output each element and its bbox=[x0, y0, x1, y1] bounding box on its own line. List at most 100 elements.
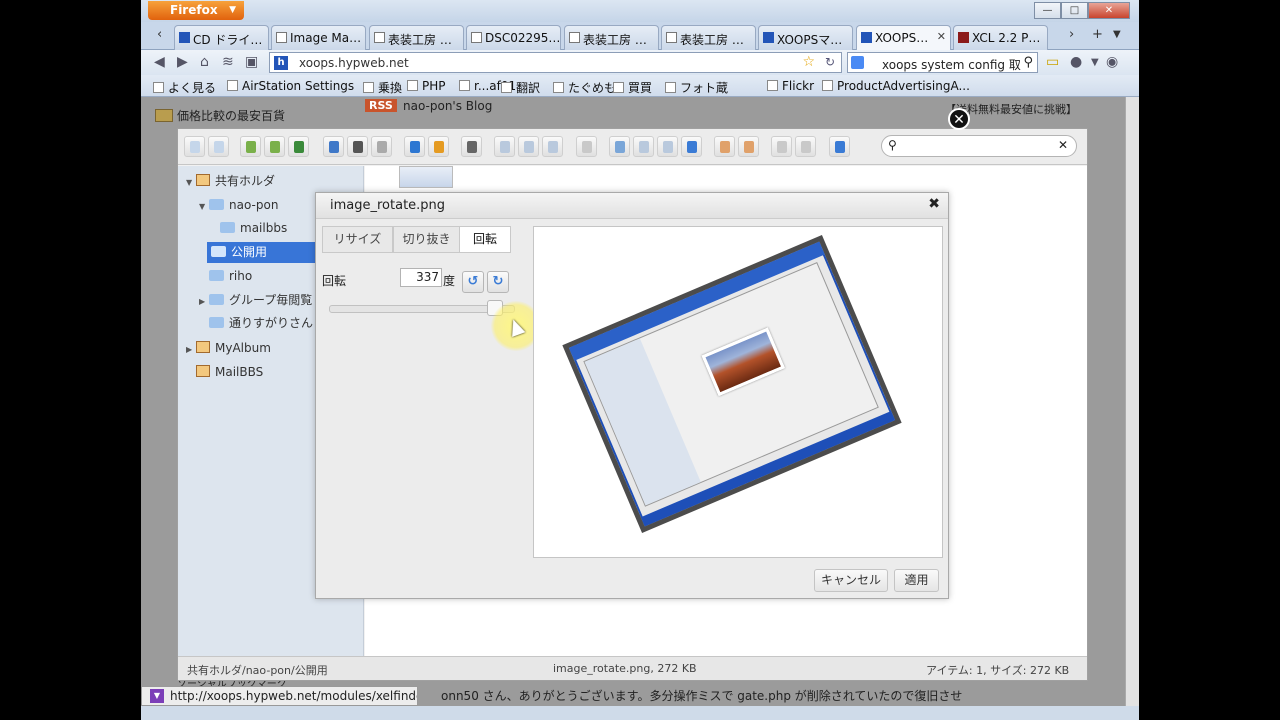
bookmark-item[interactable]: ProductAdvertisingA... bbox=[822, 79, 970, 93]
copy-button[interactable] bbox=[494, 136, 515, 157]
google-icon[interactable] bbox=[851, 56, 864, 69]
paste-button[interactable] bbox=[542, 136, 563, 157]
tree-item[interactable]: mailbbs bbox=[210, 218, 287, 239]
close-icon[interactable]: ✖ bbox=[928, 196, 940, 212]
rotate-slider[interactable] bbox=[329, 300, 515, 316]
tab-item[interactable]: 表装工房 … bbox=[661, 25, 756, 50]
tab-item[interactable]: XOOPS… ✕ bbox=[856, 25, 951, 50]
rename-button[interactable] bbox=[633, 136, 654, 157]
rotate-degree-input[interactable]: 337 bbox=[400, 268, 442, 287]
bookmark-item[interactable]: 買買 bbox=[613, 79, 652, 96]
addon-icon[interactable]: ▭ bbox=[1046, 54, 1059, 70]
save-button[interactable] bbox=[288, 136, 309, 157]
downloads-icon[interactable]: ▣ bbox=[245, 54, 258, 70]
tab-item[interactable]: XCL 2.2 P… bbox=[953, 25, 1048, 50]
tree-item[interactable]: ▶ グループ毎閲覧 bbox=[199, 290, 312, 311]
rss-icon[interactable]: ≋ bbox=[222, 54, 234, 70]
chevron-down-icon[interactable]: ▼ bbox=[1091, 57, 1099, 68]
bookmark-item[interactable]: PHP bbox=[407, 79, 446, 93]
page-scrollbar[interactable] bbox=[1125, 97, 1139, 720]
tab-item[interactable]: CD ドライ… bbox=[174, 25, 269, 50]
forward-button[interactable] bbox=[208, 136, 229, 157]
cancel-button[interactable]: キャンセル bbox=[814, 569, 888, 592]
archive-button[interactable] bbox=[714, 136, 735, 157]
clear-search-icon[interactable]: ✕ bbox=[1058, 138, 1068, 152]
home-button[interactable] bbox=[264, 136, 285, 157]
new-tab-icon[interactable]: + bbox=[1092, 27, 1103, 42]
bookmark-item[interactable]: 翻訳 bbox=[501, 79, 540, 96]
expand-icon[interactable]: ▼ bbox=[199, 196, 209, 217]
tab-scroll-right-icon[interactable]: › bbox=[1069, 27, 1074, 42]
expand-icon[interactable]: ▼ bbox=[186, 172, 196, 193]
tab-list-icon[interactable]: ▼ bbox=[1113, 29, 1121, 40]
page-left-link[interactable]: 価格比較の最安百貨 bbox=[177, 107, 285, 124]
resize-button[interactable] bbox=[681, 136, 702, 157]
tab-rotate[interactable]: 回転 bbox=[459, 226, 511, 253]
url-bar[interactable]: h xoops.hypweb.net ☆ ↻ bbox=[269, 52, 842, 73]
help-button[interactable] bbox=[829, 136, 850, 157]
extract-archive-button[interactable] bbox=[738, 136, 759, 157]
tab-crop[interactable]: 切り抜き bbox=[393, 226, 460, 253]
select-button[interactable] bbox=[371, 136, 392, 157]
rotate-ccw-button[interactable]: ↺ bbox=[462, 271, 484, 293]
elfinder-search-input[interactable]: ⚲ ✕ bbox=[881, 135, 1077, 157]
bookmark-item[interactable]: たぐめも bbox=[553, 79, 616, 96]
file-thumbnail[interactable] bbox=[399, 166, 453, 188]
close-overlay-icon[interactable]: ✕ bbox=[948, 108, 970, 130]
tree-item[interactable]: ▼ 共有ホルダ bbox=[186, 171, 275, 192]
open-button[interactable] bbox=[323, 136, 344, 157]
info-button[interactable] bbox=[404, 136, 425, 157]
preview-button[interactable] bbox=[461, 136, 482, 157]
home-icon[interactable]: ⌂ bbox=[200, 54, 209, 70]
bottom-comment: onn50 さん、ありがとうございます。多分操作ミスで gate.php が削除… bbox=[441, 689, 963, 703]
close-tab-icon[interactable]: ✕ bbox=[937, 30, 946, 43]
minimize-button[interactable]: — bbox=[1034, 2, 1061, 19]
bookmark-item[interactable]: Flickr bbox=[767, 79, 814, 93]
tab-item[interactable]: 表装工房 … bbox=[369, 25, 464, 50]
tree-item[interactable]: ▶ MyAlbum bbox=[186, 338, 271, 359]
sort-button[interactable] bbox=[795, 136, 816, 157]
firefox-menu-button[interactable]: Firefox ▼ bbox=[148, 1, 244, 20]
blog-title-link[interactable]: nao-pon's Blog bbox=[403, 99, 492, 113]
bookmark-item[interactable]: よく見る bbox=[153, 79, 216, 96]
tree-item[interactable]: 通りすがりさん bbox=[199, 313, 313, 334]
tab-item[interactable]: XOOPSマ… bbox=[758, 25, 853, 50]
tree-item[interactable]: MailBBS bbox=[186, 362, 263, 383]
globe-icon[interactable]: ◉ bbox=[1106, 54, 1118, 70]
duplicate-icon bbox=[615, 141, 625, 153]
bookmark-item[interactable]: 乗換 bbox=[363, 79, 402, 96]
addon-bar-icon[interactable]: ▼ bbox=[150, 689, 164, 703]
tree-item[interactable]: ▼ nao-pon bbox=[199, 195, 278, 216]
apply-button[interactable]: 適用 bbox=[894, 569, 939, 592]
bookmark-item[interactable]: AirStation Settings bbox=[227, 79, 354, 93]
bookmark-star-icon[interactable]: ☆ bbox=[802, 54, 815, 70]
forward-icon[interactable]: ▶ bbox=[177, 54, 188, 70]
search-bar[interactable]: xoops system config 取 ⚲ bbox=[847, 52, 1038, 73]
reload-icon[interactable]: ↻ bbox=[825, 55, 835, 69]
duplicate-button[interactable] bbox=[609, 136, 630, 157]
maximize-button[interactable]: □ bbox=[1061, 2, 1088, 19]
view-button[interactable] bbox=[771, 136, 792, 157]
tab-resize[interactable]: リサイズ bbox=[322, 226, 393, 253]
back-icon[interactable]: ◀ bbox=[154, 54, 165, 70]
search-icon[interactable]: ⚲ bbox=[1023, 55, 1033, 70]
tab-scroll-left-icon[interactable]: ‹ bbox=[157, 27, 162, 42]
bookmark-label: AirStation Settings bbox=[242, 79, 355, 93]
edit-button[interactable] bbox=[657, 136, 678, 157]
expand-icon[interactable]: ▶ bbox=[199, 291, 209, 312]
rotate-cw-button[interactable]: ↻ bbox=[487, 271, 509, 293]
tab-item[interactable]: DSC02295… bbox=[466, 25, 561, 50]
save-as-button[interactable] bbox=[347, 136, 368, 157]
tab-item[interactable]: Image Ma… bbox=[271, 25, 366, 50]
addon-circle-icon[interactable]: ● bbox=[1070, 54, 1082, 70]
delete-button[interactable] bbox=[576, 136, 597, 157]
extract-button[interactable] bbox=[428, 136, 449, 157]
expand-icon[interactable]: ▶ bbox=[186, 339, 196, 360]
bookmark-item[interactable]: フォト蔵 bbox=[665, 79, 728, 96]
close-window-button[interactable]: ✕ bbox=[1088, 2, 1130, 19]
reload-button[interactable] bbox=[240, 136, 261, 157]
cut-button[interactable] bbox=[518, 136, 539, 157]
back-button[interactable] bbox=[184, 136, 205, 157]
tab-item[interactable]: 表装工房 … bbox=[564, 25, 659, 50]
tree-item[interactable]: riho bbox=[199, 266, 252, 287]
